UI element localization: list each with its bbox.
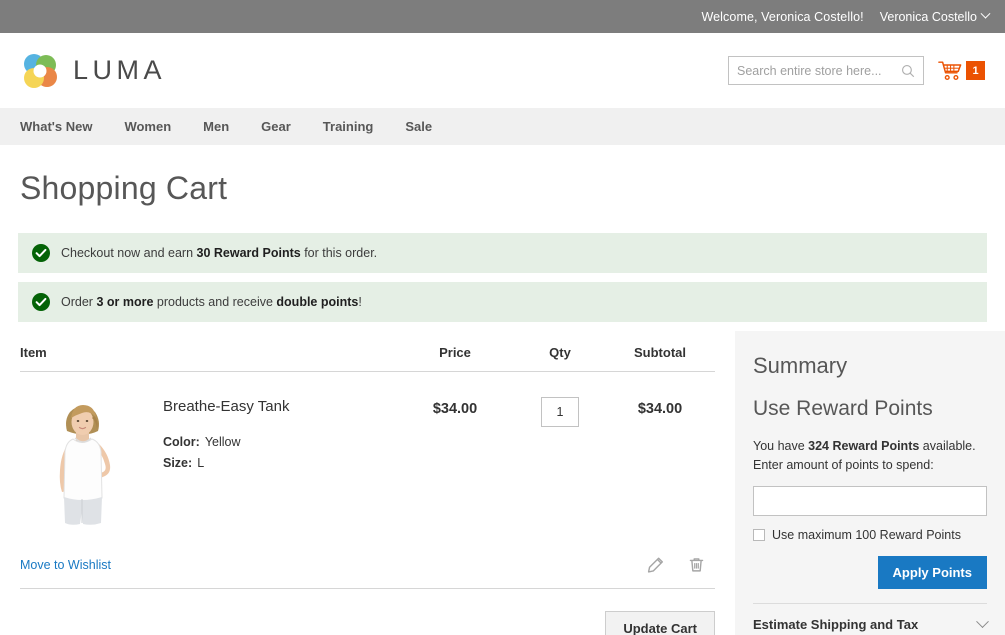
quantity-input[interactable]: [541, 397, 579, 427]
pencil-edit-icon[interactable]: [647, 556, 664, 574]
nav-item-gear[interactable]: Gear: [245, 108, 307, 145]
cart-items-section: Item Price Qty Subtotal: [0, 331, 735, 635]
reward-points-available-text: You have 324 Reward Points available.: [753, 437, 987, 456]
search-box[interactable]: [728, 56, 924, 85]
option-label: Color:: [163, 435, 200, 449]
reward-points-enter-label: Enter amount of points to spend:: [753, 456, 987, 475]
success-check-icon: [32, 293, 50, 311]
estimate-shipping-title: Estimate Shipping and Tax: [753, 617, 918, 632]
cart-item-cell: Breathe-Easy Tank Color: Yellow Size: L: [20, 392, 395, 540]
search-icon[interactable]: [901, 64, 915, 78]
option-value: Yellow: [205, 435, 241, 449]
logo-link[interactable]: LUMA: [20, 51, 166, 91]
product-name-link[interactable]: Breathe-Easy Tank: [163, 398, 289, 415]
option-label: Size:: [163, 456, 192, 470]
product-photo-tank-top: [20, 392, 145, 540]
use-maximum-points-label[interactable]: Use maximum 100 Reward Points: [772, 528, 961, 542]
cart-item-subtotal-cell: $34.00: [605, 392, 715, 418]
order-summary-panel: Summary Use Reward Points You have 324 R…: [735, 331, 1005, 635]
logo-text: LUMA: [73, 55, 166, 86]
message-list: Checkout now and earn 30 Reward Points f…: [0, 207, 1005, 322]
minicart-button[interactable]: 1: [938, 60, 985, 81]
chevron-down-icon: [976, 615, 989, 628]
message-text: Checkout now and earn 30 Reward Points f…: [61, 246, 377, 260]
use-maximum-points-row[interactable]: Use maximum 100 Reward Points: [753, 528, 987, 542]
use-maximum-points-checkbox[interactable]: [753, 529, 765, 541]
luma-logo-icon: [20, 51, 60, 91]
site-header: LUMA 1: [0, 33, 1005, 108]
top-utility-bar: Welcome, Veronica Costello! Veronica Cos…: [0, 0, 1005, 33]
product-option-color: Color: Yellow: [163, 435, 289, 449]
cart-item-qty-cell: [515, 392, 605, 427]
product-details: Breathe-Easy Tank Color: Yellow Size: L: [163, 392, 289, 540]
account-menu-label: Veronica Costello: [880, 10, 977, 24]
cart-footer-actions: Update Cart: [20, 589, 715, 635]
apply-points-button[interactable]: Apply Points: [878, 556, 987, 589]
reward-message-earn: Checkout now and earn 30 Reward Points f…: [18, 233, 987, 273]
success-check-icon: [32, 244, 50, 262]
summary-title: Summary: [753, 353, 987, 379]
table-row: Breathe-Easy Tank Color: Yellow Size: L $3…: [20, 372, 715, 540]
account-menu[interactable]: Veronica Costello: [880, 10, 989, 24]
cart-item-price-cell: $34.00: [395, 392, 515, 418]
item-subtotal: $34.00: [638, 401, 682, 417]
header-actions: 1: [728, 56, 985, 85]
estimate-shipping-and-tax-toggle[interactable]: Estimate Shipping and Tax: [753, 603, 987, 635]
move-to-wishlist-link[interactable]: Move to Wishlist: [20, 558, 111, 572]
page-title: Shopping Cart: [0, 145, 1005, 207]
product-image[interactable]: [20, 392, 145, 540]
column-header-subtotal: Subtotal: [605, 345, 715, 360]
reward-message-double-points: Order 3 or more products and receive dou…: [18, 282, 987, 322]
message-text: Order 3 or more products and receive dou…: [61, 295, 362, 309]
cart-page-content: Item Price Qty Subtotal: [0, 331, 1005, 635]
nav-item-sale[interactable]: Sale: [389, 108, 448, 145]
column-header-price: Price: [395, 345, 515, 360]
item-action-icons: [647, 556, 715, 574]
nav-item-men[interactable]: Men: [187, 108, 245, 145]
cart-item-actions: Move to Wishlist: [20, 540, 715, 589]
option-value: L: [197, 456, 204, 470]
product-option-size: Size: L: [163, 456, 289, 470]
item-price: $34.00: [433, 401, 477, 417]
chevron-down-icon: [981, 9, 991, 19]
trash-delete-icon[interactable]: [688, 556, 705, 574]
apply-points-row: Apply Points: [753, 556, 987, 589]
reward-points-input[interactable]: [753, 486, 987, 516]
use-reward-points-title: Use Reward Points: [753, 397, 987, 421]
cart-table-header: Item Price Qty Subtotal: [20, 345, 715, 372]
main-navigation: What's New Women Men Gear Training Sale: [0, 108, 1005, 145]
nav-item-whats-new[interactable]: What's New: [20, 108, 108, 145]
shopping-cart-icon: [938, 60, 962, 81]
update-cart-button[interactable]: Update Cart: [605, 611, 715, 635]
cart-item-count-badge: 1: [966, 61, 985, 80]
nav-item-training[interactable]: Training: [307, 108, 390, 145]
nav-item-women[interactable]: Women: [108, 108, 187, 145]
column-header-item: Item: [20, 345, 395, 360]
welcome-message: Welcome, Veronica Costello!: [701, 10, 863, 24]
search-input[interactable]: [737, 64, 901, 78]
column-header-qty: Qty: [515, 345, 605, 360]
